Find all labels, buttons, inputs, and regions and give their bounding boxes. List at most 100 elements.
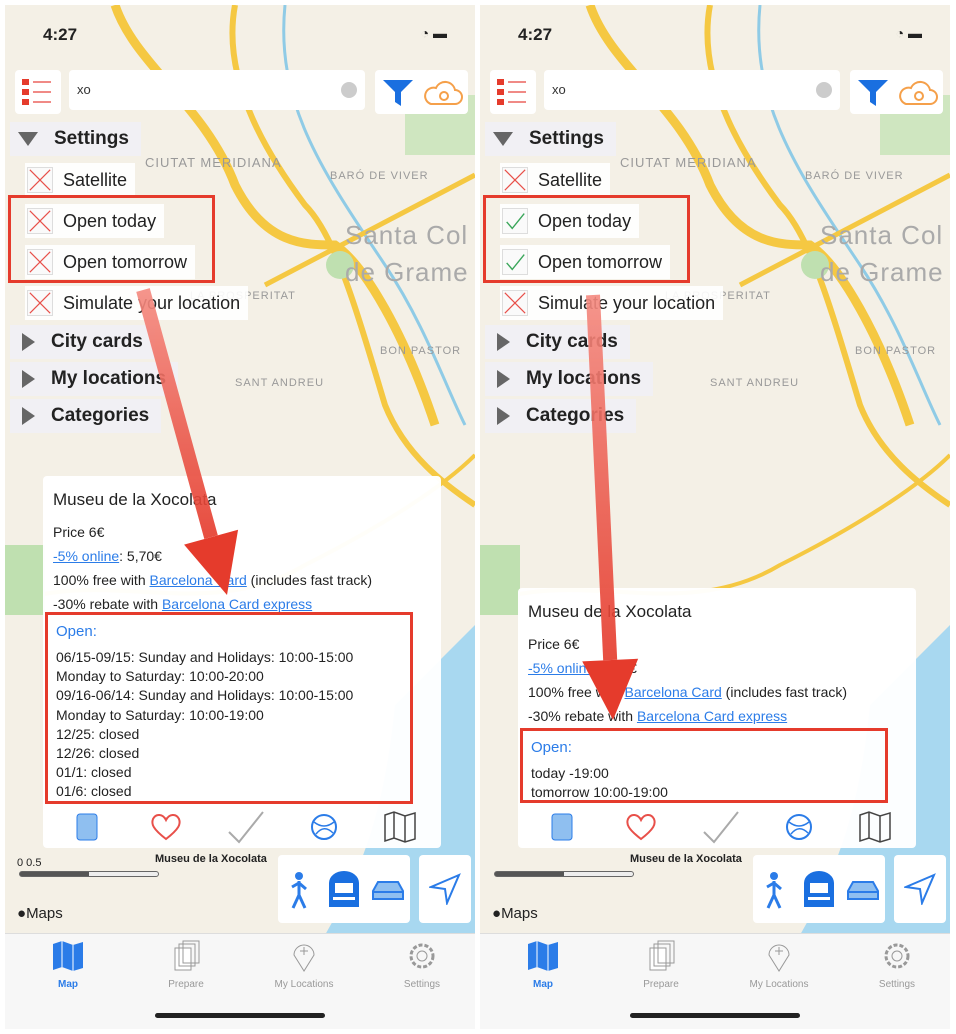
tab-my-locations[interactable]: My Locations [249,940,359,990]
location-pin-icon [768,944,790,972]
toolbar-right [375,70,468,114]
map-icon[interactable] [858,811,892,843]
heart-icon[interactable] [149,812,183,842]
list-button[interactable] [15,70,61,114]
online-discount-link[interactable]: -5% online [53,548,119,564]
barcelona-card-express-link[interactable]: Barcelona Card express [637,708,787,724]
cloud-icon[interactable] [423,78,463,108]
map-pin-label: Museu de la Xocolata [155,853,267,865]
barcelona-card-express-link[interactable]: Barcelona Card express [162,596,312,612]
map-label: BON PASTOR [380,345,462,357]
fast-track-text: (includes fast track) [246,572,373,588]
map-label: BARÓ DE VIVER [805,170,904,182]
cloud-icon[interactable] [898,78,938,108]
map-icon[interactable] [383,811,417,843]
triangle-down-icon [493,132,513,146]
tab-label: Prepare [168,979,204,990]
globe-icon[interactable] [784,812,814,842]
option-label: Satellite [538,169,603,190]
collapsed-section[interactable]: Categories [10,399,162,433]
place-popup: Museu de la Xocolata Price 6€ -5% online… [43,476,441,848]
open-label: Open: [56,623,97,640]
online-discount-link[interactable]: -5% online [528,660,594,676]
settings-option[interactable]: Satellite [25,163,136,197]
search-input[interactable]: xo [544,70,840,110]
car-icon[interactable] [845,877,881,903]
fast-track-text: (includes fast track) [721,684,848,700]
stack-icon [174,940,200,971]
price-text: Price 6€ [53,524,105,540]
map-label: SANT ANDREU [710,377,800,389]
opening-hours-box: Open: 06/15-09/15: Sunday and Holidays: 1… [45,612,413,804]
opening-hours-line: 01/6: closed [56,783,132,800]
wifi-battery-icon: ◔ ▬ [420,25,447,41]
home-indicator [155,1013,325,1018]
car-icon[interactable] [370,877,406,903]
barcelona-card-link[interactable]: Barcelona Card [150,572,247,588]
barcelona-card-link[interactable]: Barcelona Card [625,684,722,700]
tab-settings[interactable]: Settings [367,940,475,990]
triangle-down-icon [18,132,38,146]
collapsed-section[interactable]: City cards [10,325,155,359]
walking-icon[interactable] [759,871,789,909]
option-label: Simulate your location [538,292,716,313]
triangle-right-icon [22,333,35,351]
highlight-box [483,195,690,283]
settings-option[interactable]: Satellite [500,163,611,197]
opening-hours-line: today -19:00 [531,765,609,781]
settings-option[interactable]: Simulate your location [25,286,249,320]
status-time: 4:27 [518,25,553,44]
gear-icon [409,943,435,969]
clear-icon[interactable] [816,82,832,98]
heart-icon[interactable] [624,812,658,842]
filter-icon[interactable] [856,76,890,108]
clear-icon[interactable] [341,82,357,98]
checkmark-icon[interactable] [700,810,740,844]
location-arrow-icon [429,873,461,905]
tab-map[interactable]: Map [13,940,123,990]
current-location-button[interactable] [894,855,946,923]
transit-icon[interactable] [326,869,362,909]
current-location-button[interactable] [419,855,471,923]
tab-prepare[interactable]: Prepare [606,940,716,990]
globe-icon[interactable] [309,812,339,842]
tab-label: Prepare [643,979,679,990]
document-icon[interactable] [75,812,99,842]
scale-bar [19,871,159,877]
tab-my-locations[interactable]: My Locations [724,940,834,990]
apple-maps-logo: ●Maps [492,905,538,922]
opening-hours-line: Monday to Saturday: 10:00-20:00 [56,668,264,685]
collapsed-section[interactable]: My locations [485,362,654,396]
map-label: BON PASTOR [855,345,937,357]
transit-icon[interactable] [801,869,837,909]
transport-mode-selector [278,855,410,923]
tab-map[interactable]: Map [488,940,598,990]
screen-before: CIUTAT MERIDIANA Santa Col de Grame BARÓ DE… [5,5,475,1029]
map-label: de Grame [820,257,944,287]
option-label: Satellite [63,169,128,190]
map-label: CIUTAT MERIDIANA [620,155,757,170]
collapsed-section[interactable]: My locations [10,362,179,396]
triangle-right-icon [497,370,510,388]
free-text: 100% free with [528,684,625,700]
filter-icon[interactable] [381,76,415,108]
settings-section[interactable]: Settings [485,122,616,156]
list-button[interactable] [490,70,536,114]
collapsed-section[interactable]: Categories [485,399,637,433]
settings-section[interactable]: Settings [10,122,141,156]
triangle-right-icon [497,407,510,425]
settings-option[interactable]: Simulate your location [500,286,724,320]
section-label: My locations [51,368,167,389]
gear-icon [884,943,910,969]
checkmark-icon[interactable] [225,810,265,844]
collapsed-section[interactable]: City cards [485,325,630,359]
walking-icon[interactable] [284,871,314,909]
scale-label: 0 0.5 [17,857,42,869]
search-input[interactable]: xo [69,70,365,110]
opening-hours-line: 01/1: closed [56,764,132,781]
screen-after: CIUTAT MERIDIANA Santa Col de Grame BARÓ DE… [480,5,950,1029]
document-icon[interactable] [550,812,574,842]
tab-prepare[interactable]: Prepare [131,940,241,990]
tab-settings[interactable]: Settings [842,940,950,990]
rebate-text: -30% rebate with [528,708,637,724]
